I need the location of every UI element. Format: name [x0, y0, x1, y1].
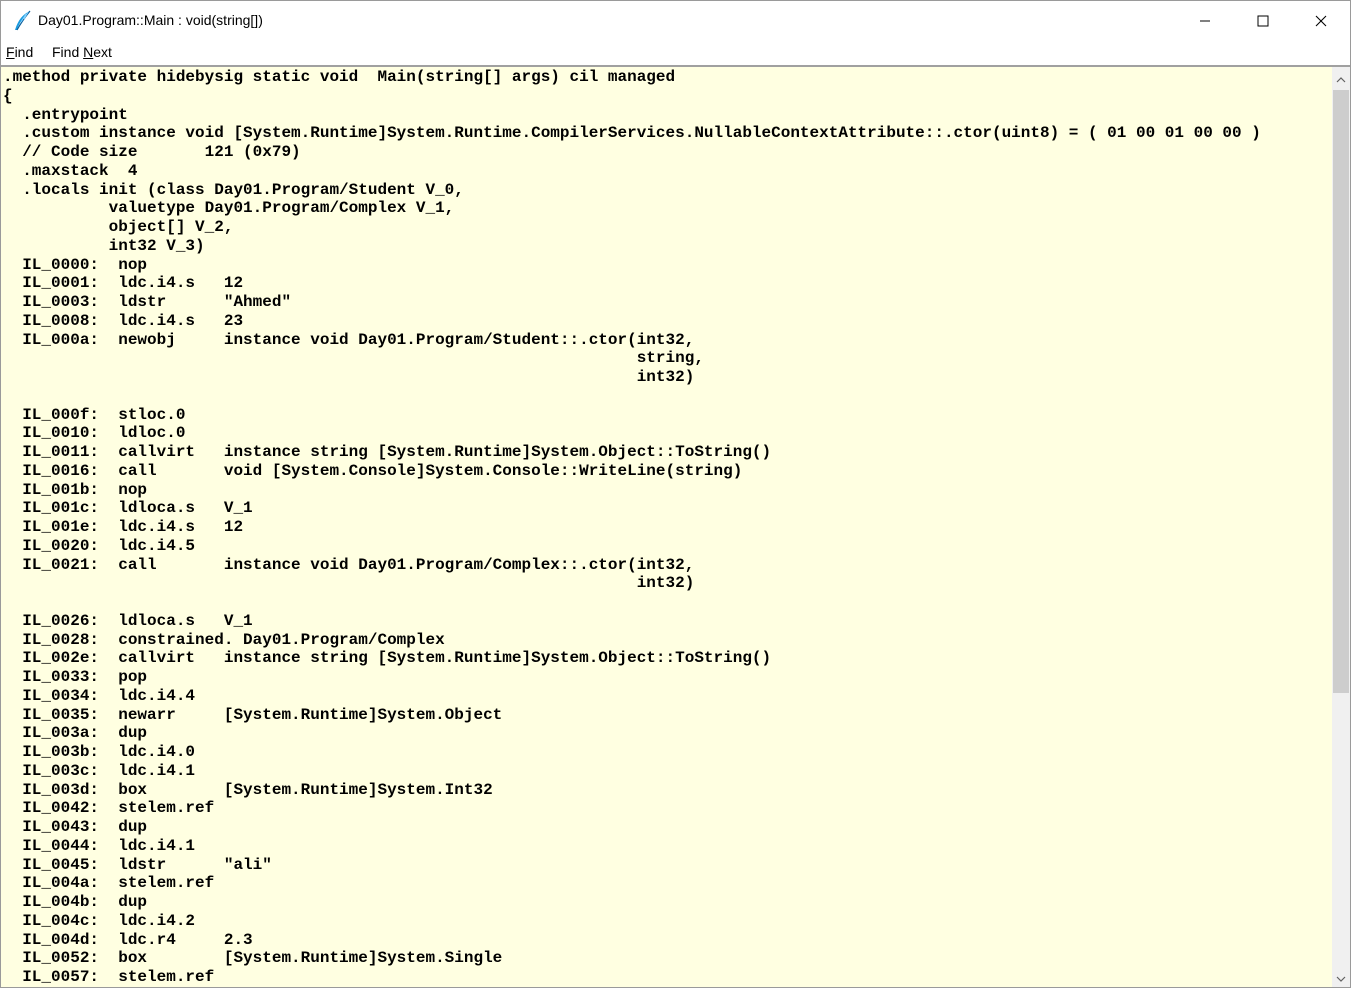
vertical-scrollbar[interactable] — [1332, 67, 1350, 987]
code-line: { — [3, 86, 13, 105]
menu-find-next-label-start: Find — [52, 44, 84, 60]
code-line: IL_003d: box [System.Runtime]System.Int3… — [3, 780, 493, 799]
minimize-icon — [1199, 12, 1211, 31]
code-line: .maxstack 4 — [3, 161, 138, 180]
code-line: IL_0035: newarr [System.Runtime]System.O… — [3, 705, 503, 724]
code-line: IL_0026: ldloca.s V_1 — [3, 611, 253, 630]
code-line: IL_0044: ldc.i4.1 — [3, 836, 196, 855]
code-line: // Code size 121 (0x79) — [3, 143, 301, 161]
code-line: IL_0016: call void [System.Console]Syste… — [3, 461, 743, 480]
scroll-down-button[interactable] — [1332, 968, 1350, 985]
code-line: IL_0043: dup — [3, 818, 148, 836]
code-line: IL_001e: ldc.i4.s 12 — [3, 518, 244, 536]
code-line: IL_0028: constrained. Day01.Program/Comp… — [3, 630, 445, 649]
menu-find-next-label-end: ext — [93, 44, 112, 60]
code-line: IL_004a: stelem.ref — [3, 874, 215, 893]
minimize-button[interactable] — [1176, 1, 1234, 41]
code-line: IL_0010: ldloc.0 — [3, 424, 186, 443]
code-line: .custom instance void [System.Runtime]Sy… — [3, 124, 1261, 143]
code-line: IL_0057: stelem.ref — [3, 968, 215, 986]
code-line: IL_0003: ldstr "Ahmed" — [3, 293, 292, 311]
code-line: IL_0034: ldc.i4.4 — [3, 686, 196, 705]
code-line: IL_001c: ldloca.s V_1 — [3, 499, 253, 518]
close-button[interactable] — [1292, 1, 1350, 41]
title-bar[interactable]: Day01.Program::Main : void(string[]) — [1, 1, 1350, 41]
menu-find-label: ind — [14, 44, 34, 60]
code-line: .entrypoint — [3, 105, 128, 124]
menu-bar: Find Find Next — [1, 41, 1350, 65]
scroll-up-button[interactable] — [1332, 69, 1350, 86]
menu-find-next-mnemonic: N — [83, 44, 94, 60]
scroll-thumb[interactable] — [1333, 90, 1349, 693]
code-line: IL_0001: ldc.i4.s 12 — [3, 274, 244, 293]
code-line: .method private hidebysig static void Ma… — [3, 68, 676, 86]
code-line: valuetype Day01.Program/Complex V_1, — [3, 199, 455, 218]
code-line: IL_003a: dup — [3, 724, 148, 743]
maximize-button[interactable] — [1234, 1, 1292, 41]
close-icon — [1315, 12, 1327, 31]
code-line: IL_003c: ldc.i4.1 — [3, 761, 196, 780]
code-line: int32) — [3, 368, 695, 386]
code-line: IL_0020: ldc.i4.5 — [3, 536, 196, 555]
code-line: IL_0042: stelem.ref — [3, 799, 215, 818]
code-line: IL_0008: ldc.i4.s 23 — [3, 311, 244, 330]
code-line: IL_002e: callvirt instance string [Syste… — [3, 649, 772, 668]
menu-find-next[interactable]: Find Next — [52, 44, 112, 60]
code-line: IL_0052: box [System.Runtime]System.Sing… — [3, 949, 503, 968]
code-line: IL_0021: call instance void Day01.Progra… — [3, 555, 695, 574]
code-line: IL_0011: callvirt instance string [Syste… — [3, 443, 772, 461]
code-line: IL_004d: ldc.r4 2.3 — [3, 930, 253, 949]
code-line: IL_0045: ldstr "ali" — [3, 855, 272, 874]
code-line: IL_000a: newobj instance void Day01.Prog… — [3, 330, 695, 349]
code-line: IL_001b: nop — [3, 480, 148, 499]
code-line: IL_004c: ldc.i4.2 — [3, 911, 196, 930]
code-line: IL_004b: dup — [3, 893, 148, 911]
ildasm-feather-icon — [11, 10, 33, 32]
code-line: object[] V_2, — [3, 218, 234, 236]
chevron-down-icon — [1336, 967, 1346, 986]
code-line: IL_003b: ldc.i4.0 — [3, 743, 196, 761]
maximize-icon — [1257, 12, 1269, 31]
il-code-view[interactable]: .method private hidebysig static void Ma… — [1, 67, 1332, 987]
code-line: int32 V_3) — [3, 236, 205, 255]
ildasm-method-window: Day01.Program::Main : void(string[]) Fin… — [0, 0, 1351, 988]
menu-find-mnemonic: F — [6, 44, 15, 60]
menu-find[interactable]: Find — [6, 44, 33, 60]
chevron-up-icon — [1336, 68, 1346, 87]
code-line: string, — [3, 349, 704, 368]
code-line: IL_000f: stloc.0 — [3, 405, 186, 424]
code-line: .locals init (class Day01.Program/Studen… — [3, 180, 464, 199]
code-line: int32) — [3, 574, 695, 593]
il-code-text[interactable]: .method private hidebysig static void Ma… — [3, 68, 1261, 987]
window-title: Day01.Program::Main : void(string[]) — [38, 12, 263, 28]
code-line: IL_0000: nop — [3, 255, 148, 274]
code-line: IL_0033: pop — [3, 668, 148, 686]
